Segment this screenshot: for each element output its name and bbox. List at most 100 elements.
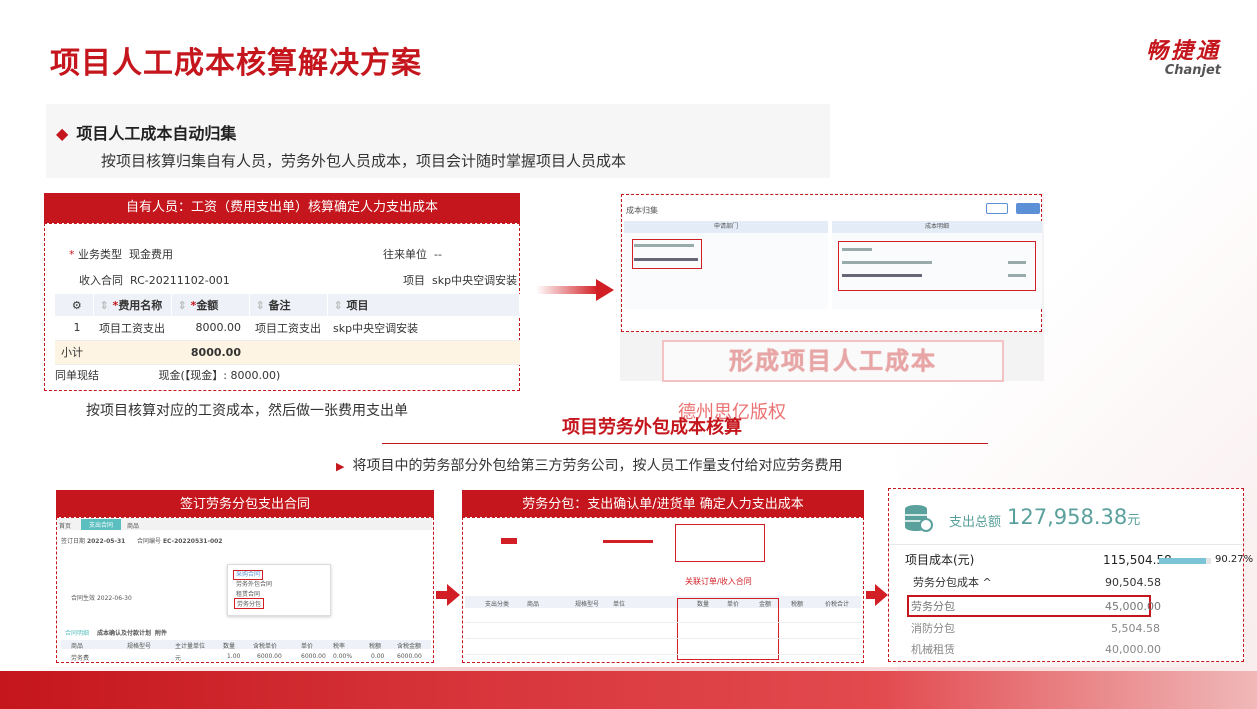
grid-cell[interactable]: 6000.00 <box>301 653 326 660</box>
line-labor-sub[interactable]: 劳务分包 45,000.00 <box>889 597 1245 617</box>
counterparty-row: 往来单位 -- <box>383 246 442 262</box>
col-amount: ⇕ *金额 <box>171 294 250 316</box>
contract-panel-header: 签订劳务分包支出合同 <box>56 490 434 520</box>
line-fire-sub[interactable]: 消防分包 5,504.58 <box>889 619 1245 639</box>
window-title: 成本归集 <box>626 206 658 215</box>
grid-cell[interactable]: 0.00 <box>371 653 384 660</box>
salary-panel-header: 自有人员：工资（费用支出单）核算确定人力支出成本 <box>44 193 520 223</box>
expense-table: ⚙ ⇕ *费用名称 ⇕ *金额 ⇕ 备注 ⇕ 项目 1 项目工资支出 8000.… <box>55 294 520 365</box>
contract-label: 收入合同 <box>79 274 123 287</box>
section-heading-text: 项目人工成本自动归集 <box>76 124 237 143</box>
grid-col: 税率 <box>333 643 346 650</box>
confirm-panel-header: 劳务分包：支出确认单/进货单 确定人力支出成本 <box>462 490 864 520</box>
grid-col: 规格型号 <box>127 643 152 650</box>
line-labor-sub-cost[interactable]: 劳务分包成本 ^ 90,504.58 <box>889 573 1245 593</box>
page-title: 项目人工成本核算解决方案 <box>50 46 422 81</box>
grid-col: 规格型号 <box>575 601 600 608</box>
line-machine-rent[interactable]: 机械租赁 40,000.00 <box>889 640 1245 660</box>
cost-panel: 成本归集 申请部门 成本明细 形成项目人工成本 <box>620 193 1044 382</box>
tag <box>501 538 517 544</box>
tab-goods[interactable]: 商品 <box>127 521 139 530</box>
salary-panel: * 业务类型 现金费用 往来单位 -- 收入合同 RC-20211102-001… <box>44 223 520 391</box>
grid-col: 税额 <box>369 643 382 650</box>
menu-item-labor-sub[interactable]: 劳务分包 <box>234 598 265 609</box>
project-value[interactable]: skp中央空调安装 <box>432 274 517 287</box>
row-index: 1 <box>55 316 93 341</box>
right-arrow-icon <box>866 584 888 606</box>
cost-stamp: 形成项目人工成本 <box>662 340 1004 382</box>
grid-cell[interactable]: 6000.00 <box>257 653 282 660</box>
grid-col: 单位 <box>613 601 626 608</box>
grid-col: 主计量单位 <box>175 643 206 650</box>
business-type-label: 业务类型 <box>78 248 122 261</box>
highlight-box-menu <box>233 570 263 580</box>
settings-icon[interactable]: ⚙ <box>55 294 94 316</box>
col-project: ⇕ 项目 <box>327 294 520 316</box>
subtotal-value: 8000.00 <box>171 340 249 365</box>
grid-col: 含税金额 <box>397 643 422 650</box>
grid-cell[interactable]: 劳务费 <box>71 653 89 662</box>
highlight-box-grid <box>677 598 779 660</box>
section-heading: ◆ 项目人工成本自动归集 <box>56 120 236 144</box>
menu-item-lease[interactable]: 租赁合同 <box>236 589 260 598</box>
cost-screen: 成本归集 申请部门 成本明细 <box>621 194 1042 332</box>
section-auto-collect: ◆ 项目人工成本自动归集 按项目核算归集自有人员，劳务外包人员成本，项目会计随时掌… <box>46 104 830 178</box>
business-type-value[interactable]: 现金费用 <box>129 248 173 261</box>
grid-cell[interactable]: 元 <box>175 653 181 662</box>
grid-col: 单价 <box>301 643 314 650</box>
grid-col: 价税合计 <box>825 601 850 608</box>
diamond-icon: ◆ <box>56 124 69 143</box>
left-col-header: 申请部门 <box>624 221 828 233</box>
grid-cell[interactable]: 1.00 <box>227 653 240 660</box>
col-fee-name: ⇕ *费用名称 <box>93 294 172 316</box>
logo-en: Chanjet <box>1164 63 1221 78</box>
highlight-box-order <box>675 524 765 562</box>
progress-bar <box>1159 558 1211 564</box>
grid-col: 商品 <box>527 601 540 608</box>
right-arrow-icon <box>436 584 460 606</box>
cell-amount[interactable]: 8000.00 <box>171 316 249 341</box>
cell-remark[interactable]: 项目工资支出 <box>249 316 327 341</box>
subtab-attach[interactable]: 附件 <box>155 628 167 637</box>
confirm-button[interactable] <box>1016 203 1040 214</box>
section2-heading: 项目劳务外包成本核算 <box>562 417 742 438</box>
red-text <box>603 540 653 543</box>
subtotal-row: 小计 8000.00 <box>55 340 520 365</box>
start-date[interactable]: 2022-06-30 <box>97 595 132 602</box>
subtotal-label: 小计 <box>55 340 93 365</box>
cell-fee-name[interactable]: 项目工资支出 <box>93 316 171 341</box>
section2-divider <box>382 443 988 444</box>
menu-item-outsource[interactable]: 劳务外包合同 <box>236 579 272 588</box>
link-order[interactable]: 关联订单/收入合同 <box>685 576 752 587</box>
grid-col: 含税单价 <box>253 643 278 650</box>
subtab-plan[interactable]: 成本确认及付款计划 <box>97 628 151 637</box>
project-label: 项目 <box>403 274 425 287</box>
table-row[interactable]: 1 项目工资支出 8000.00 项目工资支出 skp中央空调安装 <box>55 316 520 341</box>
section-desc: 按项目核算归集自有人员，劳务外包人员成本，项目会计随时掌握项目人员成本 <box>101 152 627 170</box>
logo-cn: 畅捷通 <box>1145 39 1221 64</box>
query-button[interactable] <box>986 203 1008 214</box>
left-col: 申请部门 <box>624 221 828 309</box>
cell-project[interactable]: skp中央空调安装 <box>327 316 520 341</box>
settlement-row: 同单现结 现金(【现金】: 8000.00) <box>55 367 280 383</box>
triangle-icon: ▶ <box>336 460 345 473</box>
confirm-panel: 关联订单/收入合同 支出分类 商品 规格型号 单位 数量 单价 金额 税额 价税… <box>462 517 864 663</box>
right-col-header: 成本明细 <box>832 221 1042 233</box>
tab-contract[interactable]: 支出合同 <box>81 519 122 530</box>
col-remark: ⇕ 备注 <box>249 294 328 316</box>
contract-code[interactable]: EC-20220531-002 <box>163 538 223 545</box>
section2-desc-text: 将项目中的劳务部分外包给第三方劳务公司，按人员工作量支付给对应劳务费用 <box>352 458 843 474</box>
counterparty-value[interactable]: -- <box>434 248 442 261</box>
settle-label: 同单现结 <box>55 369 99 382</box>
contract-row: 收入合同 RC-20211102-001 <box>79 272 230 288</box>
subtab-detail[interactable]: 合同明细 <box>65 628 89 637</box>
sign-date[interactable]: 2022-05-31 <box>87 538 125 545</box>
business-type-row: * 业务类型 现金费用 <box>69 248 173 261</box>
contract-value[interactable]: RC-20211102-001 <box>130 274 230 287</box>
grid-cell[interactable]: 6000.00 <box>397 653 422 660</box>
tab-home[interactable]: 首页 <box>59 521 71 530</box>
salary-caption: 按项目核算对应的工资成本，然后做一张费用支出单 <box>86 403 408 419</box>
right-col: 成本明细 <box>832 221 1042 309</box>
settle-value: 现金(【现金】: 8000.00) <box>158 369 281 382</box>
grid-cell[interactable]: 0.00% <box>333 653 352 660</box>
